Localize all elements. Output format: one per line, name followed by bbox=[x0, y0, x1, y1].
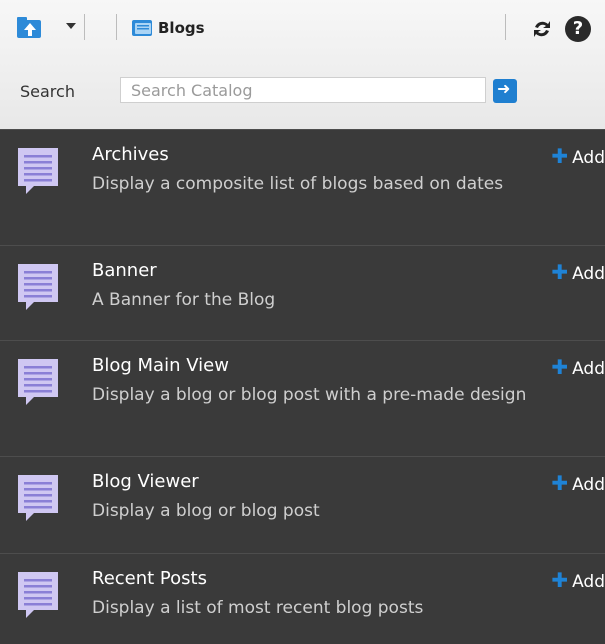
list-item-description: Display a list of most recent blog posts bbox=[92, 596, 571, 620]
add-label: Add bbox=[572, 359, 605, 379]
list-item: Banner A Banner for the Blog ✚Add bbox=[0, 245, 605, 340]
plus-icon: ✚ bbox=[551, 355, 568, 379]
page-title: Blogs bbox=[158, 19, 205, 37]
list-item: Blog Main View Display a blog or blog po… bbox=[0, 340, 605, 456]
list-item-title: Blog Main View bbox=[92, 355, 229, 376]
add-button[interactable]: ✚Add bbox=[551, 260, 605, 284]
add-button[interactable]: ✚Add bbox=[551, 355, 605, 379]
chevron-down-icon[interactable] bbox=[66, 23, 76, 29]
list-item-description: A Banner for the Blog bbox=[92, 288, 571, 312]
search-label: Search bbox=[20, 82, 75, 101]
toolbar-divider bbox=[116, 14, 117, 40]
plus-icon: ✚ bbox=[551, 568, 568, 592]
add-label: Add bbox=[572, 475, 605, 495]
add-label: Add bbox=[572, 148, 605, 168]
document-icon bbox=[16, 570, 60, 622]
list-item-title: Banner bbox=[92, 260, 157, 281]
list-item: Archives Display a composite list of blo… bbox=[0, 129, 605, 245]
list-item-description: Display a composite list of blogs based … bbox=[92, 172, 571, 196]
toolbar-divider bbox=[505, 14, 506, 40]
list-item: Blog Viewer Display a blog or blog post … bbox=[0, 456, 605, 553]
toolbar: Blogs ? Search bbox=[0, 0, 605, 129]
add-button[interactable]: ✚Add bbox=[551, 471, 605, 495]
help-button[interactable]: ? bbox=[565, 16, 591, 42]
up-folder-icon[interactable] bbox=[16, 14, 44, 40]
search-row: Search bbox=[0, 74, 605, 110]
add-label: Add bbox=[572, 264, 605, 284]
add-label: Add bbox=[572, 572, 605, 592]
search-input[interactable] bbox=[120, 77, 486, 103]
toolbar-divider bbox=[84, 14, 85, 40]
document-icon bbox=[16, 146, 60, 198]
document-icon bbox=[16, 357, 60, 409]
list-item-description: Display a blog or blog post bbox=[92, 499, 571, 523]
list-item-title: Blog Viewer bbox=[92, 471, 199, 492]
catalog-list: Archives Display a composite list of blo… bbox=[0, 129, 605, 641]
toolbar-row: Blogs ? bbox=[0, 10, 605, 38]
plus-icon: ✚ bbox=[551, 471, 568, 495]
list-item-title: Archives bbox=[92, 144, 169, 165]
list-item-title: Recent Posts bbox=[92, 568, 207, 589]
search-go-button[interactable] bbox=[493, 79, 517, 103]
refresh-icon[interactable] bbox=[531, 18, 553, 40]
list-item: Recent Posts Display a list of most rece… bbox=[0, 553, 605, 644]
add-button[interactable]: ✚Add bbox=[551, 144, 605, 168]
plus-icon: ✚ bbox=[551, 144, 568, 168]
add-button[interactable]: ✚Add bbox=[551, 568, 605, 592]
document-icon bbox=[16, 262, 60, 314]
document-icon bbox=[16, 473, 60, 525]
folder-icon bbox=[130, 16, 154, 38]
plus-icon: ✚ bbox=[551, 260, 568, 284]
list-item-description: Display a blog or blog post with a pre-m… bbox=[92, 383, 571, 407]
